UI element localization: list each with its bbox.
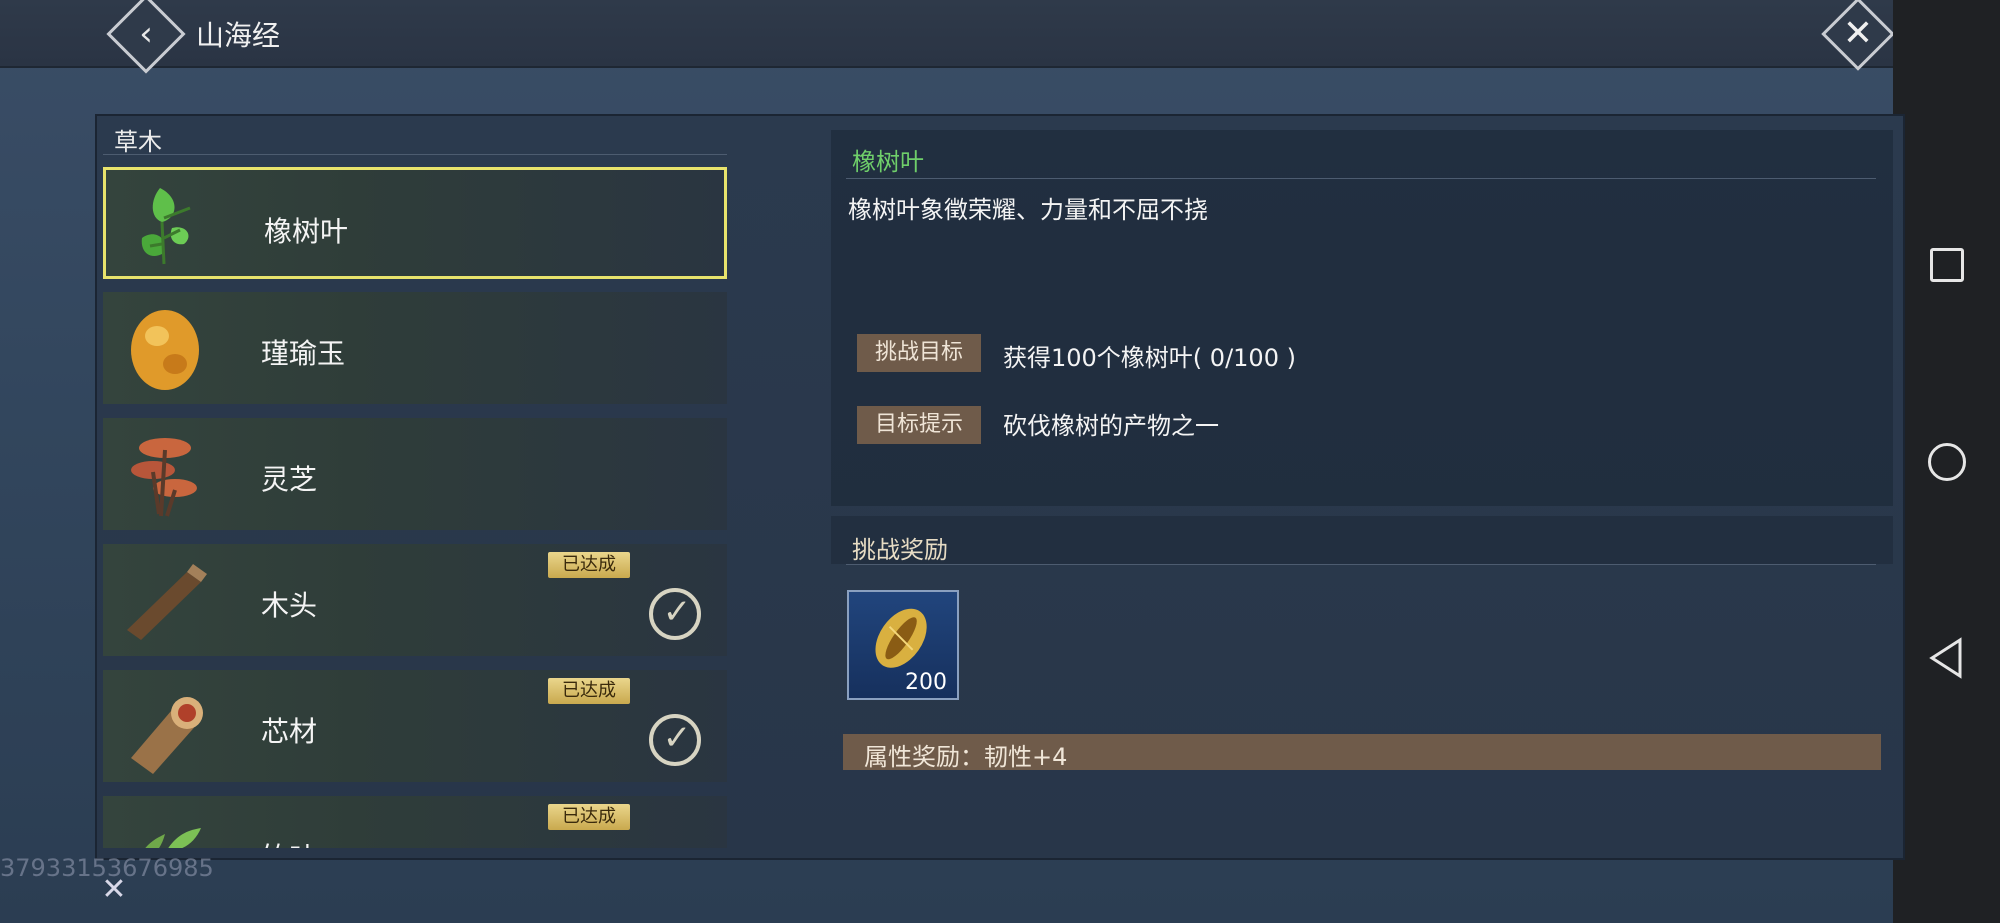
list-item[interactable]: 瑾瑜玉 <box>103 292 727 404</box>
reward-title: 挑战奖励 <box>852 536 948 564</box>
reward-count: 200 <box>905 670 947 695</box>
goal-value: 获得100个橡树叶( 0/100 ) <box>1003 344 1296 372</box>
achieved-badge: 已达成 <box>548 552 630 578</box>
detail-description: 橡树叶象徵荣耀、力量和不屈不挠 <box>848 196 1208 224</box>
reward-header <box>831 516 1893 564</box>
item-name: 木头 <box>261 589 318 622</box>
item-name: 芯材 <box>261 715 318 748</box>
detail-panel <box>831 130 1893 506</box>
lingzhi-icon <box>131 438 197 517</box>
check-icon: ✓ <box>662 718 692 758</box>
close-icon[interactable]: ✕ <box>1836 10 1880 58</box>
goal-label: 挑战目标 <box>857 334 981 372</box>
achieved-badge: 已达成 <box>548 804 630 830</box>
top-bar <box>0 0 1893 68</box>
attribute-reward-text: 属性奖励：韧性+4 <box>864 743 1068 771</box>
section-label: 草木 <box>114 128 162 156</box>
detail-title: 橡树叶 <box>852 148 924 176</box>
hint-label: 目标提示 <box>857 406 981 444</box>
list-item[interactable]: 灵芝 <box>103 418 727 530</box>
home-button[interactable] <box>1928 443 1966 481</box>
heartwood-icon <box>131 697 203 774</box>
item-name: 灵芝 <box>261 463 318 496</box>
hint-value: 砍伐橡树的产物之一 <box>1003 412 1219 440</box>
corner-x-icon[interactable]: ✕ <box>98 874 130 906</box>
page-title: 山海经 <box>196 19 281 52</box>
oak-leaf-icon <box>141 188 191 265</box>
item-name: 瑾瑜玉 <box>261 337 346 370</box>
item-list[interactable]: 橡树叶 瑾瑜玉 灵芝 木头 已达成 ✓ 芯材 已达成 ✓ 已达成 <box>103 164 729 848</box>
achieved-badge: 已达成 <box>548 678 630 704</box>
divider <box>103 154 727 155</box>
chevron-left-icon[interactable]: ‹ <box>128 12 164 56</box>
bamboo-leaf-icon <box>145 828 201 848</box>
jade-icon <box>131 310 199 390</box>
wood-log-icon <box>127 564 207 640</box>
list-item[interactable]: 芯材 已达成 ✓ <box>103 670 727 782</box>
item-name: 橡树叶 <box>264 215 349 248</box>
list-item[interactable]: 竹叶 已达成 <box>103 796 727 848</box>
check-icon: ✓ <box>662 592 692 632</box>
divider <box>846 178 1876 179</box>
list-item[interactable]: 橡树叶 <box>103 167 727 279</box>
item-name: 竹叶 <box>261 836 317 848</box>
list-item[interactable]: 木头 已达成 ✓ <box>103 544 727 656</box>
divider <box>846 564 1876 565</box>
recent-apps-button[interactable] <box>1930 248 1964 282</box>
nav-back-button[interactable] <box>1926 636 1966 680</box>
